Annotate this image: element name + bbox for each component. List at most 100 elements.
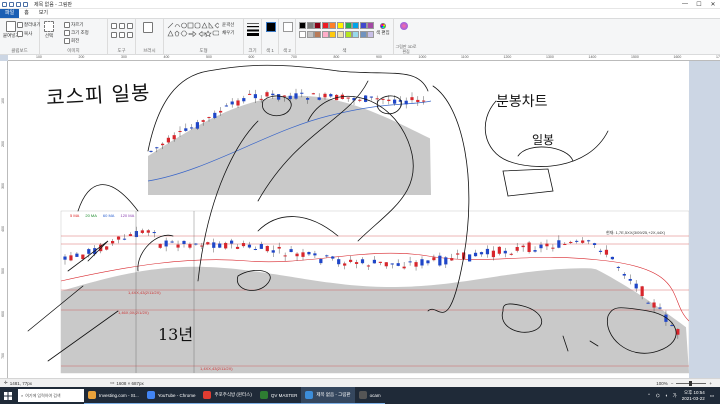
ruler-tick-label: 700 [291,55,297,59]
zoom-in-button[interactable]: + [709,381,712,386]
crop-button[interactable]: 자르기 [64,22,83,28]
save-icon[interactable] [9,1,14,7]
cursor-position: ✛ 1481, 77px [4,380,33,386]
close-button[interactable]: ✕ [706,1,720,8]
pencil-tool[interactable] [111,23,117,29]
ribbon-tabs: 파일 홈 보기 [0,9,720,18]
outline-button[interactable]: 윤곽선 [222,22,234,28]
bottom-candle [313,253,317,256]
palette-swatch[interactable] [299,22,306,29]
paint3d-button[interactable] [400,22,408,30]
top-candle [184,128,188,131]
palette-swatch[interactable] [329,31,337,38]
bottom-candle [295,253,299,257]
bottom-candle [194,243,198,245]
taskbar-app[interactable]: 제목 없음 - 그림판 [301,387,355,404]
text-tool[interactable] [127,23,133,29]
bottom-candle [420,259,424,266]
copy-button[interactable]: 복사 [17,31,32,37]
taskbar-app-label: YouTube - Chrome [157,392,196,398]
brushes-label: 브러시 [143,48,156,53]
bottom-candle [128,234,133,236]
bottom-candle [170,241,174,243]
palette-swatch[interactable] [359,22,367,29]
top-candle [248,93,252,95]
tab-home[interactable]: 홈 [19,9,34,18]
size-icon[interactable] [247,22,259,36]
zoom-slider[interactable] [676,380,707,386]
tab-view[interactable]: 보기 [34,9,53,18]
palette-swatch[interactable] [314,31,322,38]
magnifier-tool[interactable] [127,32,133,38]
drawing-canvas[interactable]: 코스피 일봉 분봉차트 일봉 13년 현재: 1,7E,5XX(3/09/25,… [8,61,690,378]
app-icon[interactable] [2,1,7,7]
taskbar-app[interactable]: Investing.com - St... [84,387,143,404]
palette-swatch[interactable] [367,31,375,38]
ruler-tick-label: 100 [0,98,5,104]
palette-swatch[interactable] [337,31,344,38]
tab-file[interactable]: 파일 [0,9,20,18]
maximize-button[interactable]: ☐ [692,1,706,8]
palette-swatch[interactable] [306,31,314,38]
minimize-button[interactable]: — [678,1,692,8]
clock[interactable]: 오후 10:54 2021-03-22 [682,390,705,402]
fill-button[interactable]: 채우기 [222,30,234,36]
system-tray: ⌃ ⌬ ◖ 가 오후 10:54 2021-03-22 ▭ [647,390,720,402]
palette-swatch[interactable] [321,31,329,38]
resize-button[interactable]: 크기 조정 [64,30,89,36]
ma-legend-item: 20 MA [85,213,97,218]
picker-tool[interactable] [119,32,125,38]
color1-swatch[interactable] [266,22,276,32]
ruler-tick-label: 1000 [418,55,427,59]
cut-button[interactable]: 잘라내기 [17,22,41,28]
palette-swatch[interactable] [337,22,344,29]
bottom-candle [569,241,573,244]
undo-icon[interactable] [16,1,21,7]
copy-icon [17,31,23,37]
taskbar-app[interactable]: 주포주식방 (윈터스) [199,387,256,404]
palette-swatch[interactable] [306,22,314,29]
top-candle [387,99,391,102]
palette-swatch[interactable] [344,31,352,38]
taskbar-search[interactable]: ⌕ 여기에 입력하여 검색 [18,389,84,402]
palette-swatch[interactable] [344,22,352,29]
eraser-tool[interactable] [111,32,117,38]
taskbar-app[interactable]: YouTube - Chrome [142,387,200,404]
network-icon[interactable]: ⌬ [656,393,660,399]
tools-group: 도구 [108,19,136,55]
ruler-tick-label: 900 [376,55,382,59]
bottom-candle [206,242,210,245]
palette-swatch[interactable] [367,22,375,29]
handwritten-title: 코스피 일봉 [45,80,151,110]
palette-swatch[interactable] [352,22,360,29]
palette-swatch[interactable] [329,22,337,29]
select-button[interactable]: 선택 [44,21,54,39]
redo-icon[interactable] [23,1,28,7]
bottom-candle [634,283,638,289]
zoom-out-button[interactable]: − [671,381,674,386]
palette-swatch[interactable] [299,31,306,38]
top-candle [294,93,298,99]
palette-swatch[interactable] [321,22,329,29]
ime-indicator[interactable]: 가 [673,393,677,399]
shapes-gallery[interactable] [167,22,219,42]
notification-icon[interactable]: ▭ [710,393,714,399]
palette-swatch[interactable] [352,31,360,38]
color2-swatch[interactable] [283,22,293,32]
palette-swatch[interactable] [314,22,322,29]
top-candle [381,98,385,100]
brushes-button[interactable] [143,22,153,33]
bottom-candle [557,240,561,248]
fill-tool[interactable] [119,23,125,29]
rotate-button[interactable]: 회전 [64,38,79,44]
edit-colors-button[interactable]: 색 편집 [376,23,390,36]
taskbar-app[interactable]: QV MASTER [255,387,302,404]
top-candle [317,97,321,100]
app-icon [259,391,268,399]
bottom-candle [349,259,353,262]
tray-chevron-icon[interactable]: ⌃ [647,393,651,399]
palette-swatch[interactable] [359,31,367,38]
volume-icon[interactable]: ◖ [665,393,668,398]
start-button[interactable] [0,387,16,404]
taskbar-app[interactable]: ocam [354,387,385,404]
